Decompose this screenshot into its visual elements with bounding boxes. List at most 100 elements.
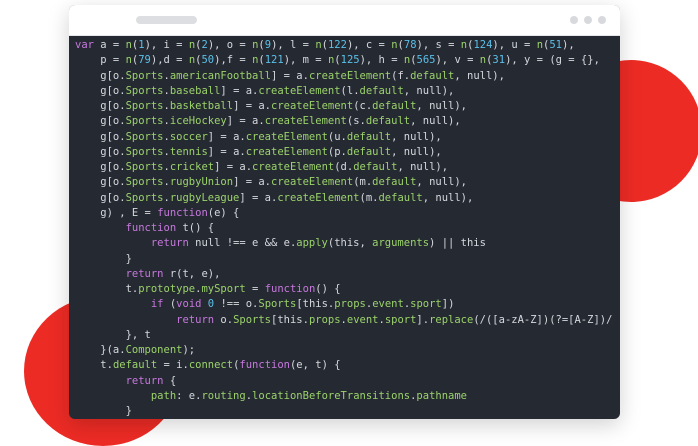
code-token: event [372,298,404,311]
code-line: t.prototype.mySport = function() { [75,282,620,297]
code-token: props [308,313,341,326]
code-token: (m. [359,191,379,204]
code-token: ]) [441,298,455,311]
code-token: : e. [176,389,202,402]
code-token: ] = a. [214,161,253,173]
code-token: ]. [416,313,430,326]
code-token: default [372,176,417,189]
code-token: ] = a. [271,69,309,82]
code-token: , null), [422,191,474,204]
code-token: default [346,145,392,158]
code-token: g[o. [75,161,126,173]
window-titlebar [69,5,620,36]
code-token: ), m = [283,54,328,67]
code-token: rugbyLeague [169,191,240,204]
code-token: prototype [138,283,196,295]
code-token: props [334,298,366,311]
code-token: }(a. [75,344,126,356]
code-token: americanFootball [169,69,271,82]
code-token: 125 [340,54,360,67]
code-token: = [245,283,265,295]
code-token: g[o. [75,115,126,128]
code-token: g[o. [75,191,126,204]
code-token: 79 [138,54,151,67]
code-token: default [359,84,404,97]
code-line: if (void 0 !== o.Sports[this.props.event… [75,297,620,312]
code-token: createElement [252,161,335,173]
title-placeholder-bar [136,16,197,24]
code-token: path [150,389,177,402]
code-token: null !== e && e. [188,237,297,250]
code-token: ),f = [214,54,253,67]
code-token: default [112,359,158,372]
code-token: ] = a. [207,145,246,158]
code-line: g[o.Sports.americanFootball] = a.createE… [75,69,620,84]
code-token: ( [163,298,177,311]
code-token: apply [296,237,328,250]
code-token: soccer [169,130,208,143]
code-line: }(a.Component); [75,343,620,358]
code-token: Sports [125,145,164,158]
code-token: ), v = [435,54,480,67]
code-token: default [372,100,417,112]
code-token: default [378,191,423,204]
code-line: g[o.Sports.iceHockey] = a.createElement(… [75,114,620,129]
code-token: (u. [327,130,347,143]
code-token: arguments [372,237,430,250]
code-token: basketball [169,100,234,112]
code-line: g[o.Sports.baseball] = a.createElement(l… [75,84,620,99]
code-token: p = [75,54,126,67]
code-token: (/([a-zA-Z])(?=[A-Z])/ [473,313,613,326]
code-token: return [176,313,215,326]
code-token: Sports [233,313,271,326]
code-token: g[o. [75,69,126,82]
code-token: ),d = [150,54,189,67]
code-line: g) , E = function(e) { [75,206,620,221]
code-line: g[o.Sports.soccer] = a.createElement(u.d… [75,130,620,145]
code-line: return r(t, e), [75,267,620,282]
code-token: 50 [201,54,215,67]
code-token: ] = a. [233,100,271,112]
code-line: g[o.Sports.basketball] = a.createElement… [75,99,620,114]
code-token: sport [410,298,442,311]
code-editor-window: var a = n(1), i = n(2), o = n(9), l = n(… [69,5,620,419]
code-token: mySport [201,283,246,295]
code-token: 122 [327,39,347,51]
code-token: createElement [271,100,354,112]
code-token: (c. [353,100,373,112]
code-token: Component [125,344,183,356]
code-line: g[o.Sports.rugbyLeague] = a.createElemen… [75,191,620,206]
code-token: Sports [125,84,164,97]
code-token: a = [93,39,126,51]
code-token: event [346,313,379,326]
code-token: function [125,222,177,234]
window-dot-icon[interactable] [598,16,606,24]
code-line: return { [75,374,620,389]
code-token: o. [214,313,234,326]
code-token: { [163,374,177,387]
code-token: (d. [334,161,354,173]
code-token: Sports [125,100,164,112]
window-dot-icon[interactable] [584,16,592,24]
code-token: 565 [416,54,436,67]
code-token: , null), [403,84,455,97]
code-token: default [410,69,455,82]
code-token: , null), [410,115,461,128]
code-area: var a = n(1), i = n(2), o = n(9), l = n(… [75,38,620,419]
code-token: Sports [125,115,164,128]
code-token: }, t [75,328,151,341]
code-token: Sports [125,130,164,143]
code-line: t.default = i.connect(function(e, t) { [75,358,620,373]
code-token: g[o. [75,176,126,189]
code-token: function [264,283,316,295]
code-token: (this, [327,237,373,250]
code-token: var [75,39,94,51]
code-token: ), c = [346,39,392,51]
code-token: () { [315,283,341,295]
code-token: return [150,237,189,250]
window-dot-icon[interactable] [570,16,578,24]
